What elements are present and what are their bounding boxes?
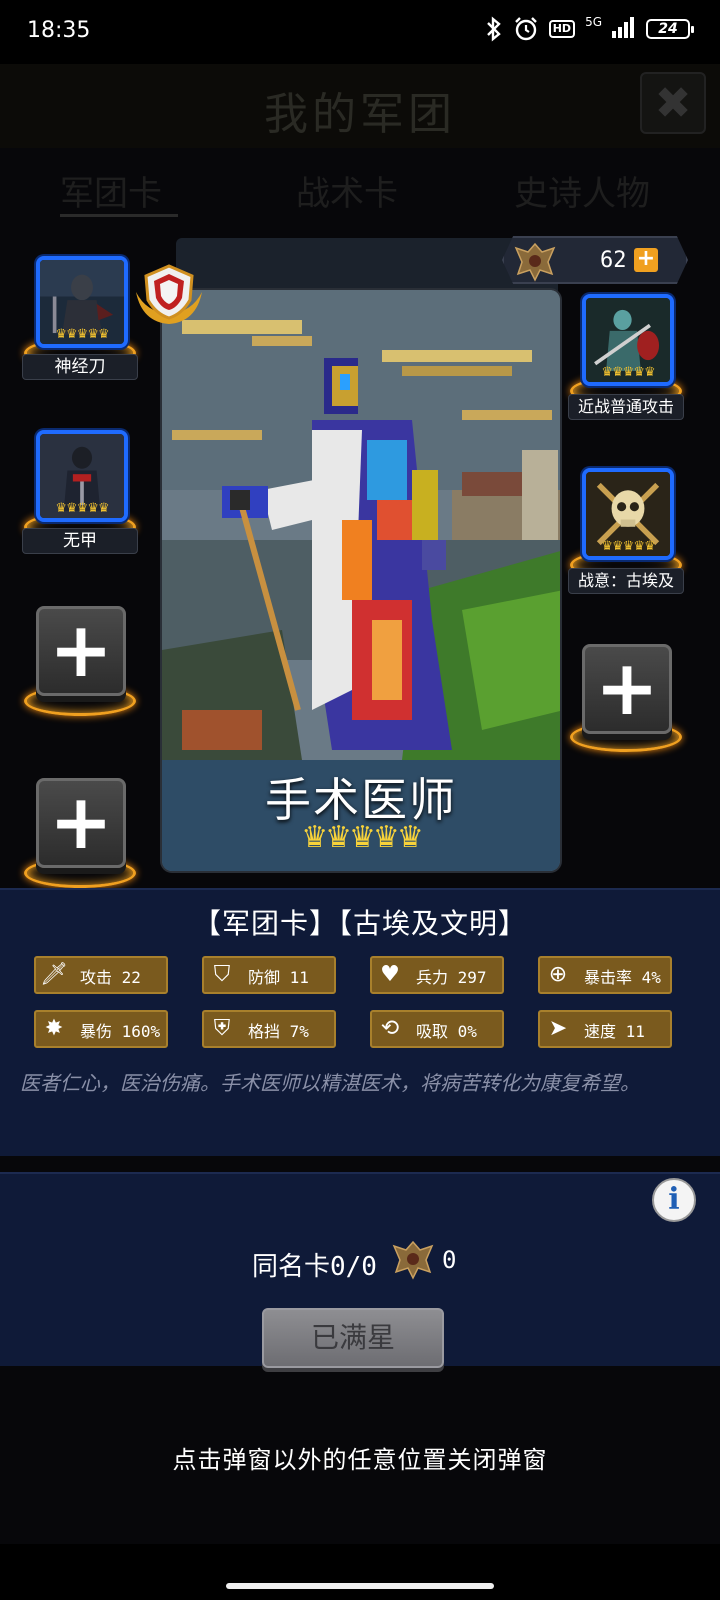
stat-attack: 🗡 攻击 22 bbox=[34, 956, 168, 994]
currency-value: 62 bbox=[600, 248, 627, 273]
home-indicator[interactable] bbox=[226, 1583, 494, 1589]
absorb-icon: ⟲ bbox=[380, 1016, 400, 1041]
stat-block: ⛨ 格挡 7% bbox=[202, 1010, 336, 1048]
slot-portrait: ♛♛♛♛♛ bbox=[582, 468, 674, 560]
speed-icon: ➤ bbox=[548, 1016, 568, 1041]
stat-troops: ♥ 兵力 297 bbox=[370, 956, 504, 994]
slot-portrait: ♛♛♛♛♛ bbox=[36, 256, 128, 348]
card-description: 医者仁心，医治伤痛。手术医师以精湛医术，将病苦转化为康复希望。 bbox=[20, 1071, 640, 1095]
alarm-icon bbox=[513, 16, 539, 42]
background-title: 我的军团 bbox=[264, 89, 456, 140]
background-tabs: 军团卡 战术卡 史诗人物 bbox=[0, 152, 720, 232]
slot-crowns: ♛♛♛♛♛ bbox=[601, 365, 655, 380]
network-label: 5G bbox=[585, 15, 602, 29]
add-currency-button[interactable]: + bbox=[634, 248, 658, 272]
card-category-title: 【军团卡】【古埃及文明】 bbox=[192, 907, 527, 940]
background-close-icon: ✖ bbox=[640, 72, 706, 134]
card-info-panel: 【军团卡】【古埃及文明】 🗡 攻击 22 ⛉ 防御 11 ♥ 兵力 297 ⊕ … bbox=[0, 888, 720, 1156]
slot-portrait: ♛♛♛♛♛ bbox=[582, 294, 674, 386]
block-icon: ⛨ bbox=[213, 1016, 231, 1041]
stat-crit-rate: ⊕ 暴击率 4% bbox=[538, 956, 672, 994]
stat-speed: ➤ 速度 11 bbox=[538, 1010, 672, 1048]
card-crowns: ♛♛♛♛♛ bbox=[301, 820, 423, 855]
duplicate-card-count: 同名卡0/0 bbox=[252, 1252, 377, 1282]
slot-label: 近战普通攻击 bbox=[568, 394, 684, 420]
status-bar: 18:35 HD 5G 24 bbox=[0, 0, 720, 64]
shield-icon: ⛉ bbox=[213, 962, 231, 987]
slot-label: 战意：古埃及 bbox=[568, 568, 684, 594]
tab-legion-card: 军团卡 bbox=[60, 174, 162, 214]
add-card-button[interactable]: + bbox=[36, 606, 126, 696]
shield-badge-icon bbox=[136, 264, 202, 324]
slot-crowns: ♛♛♛♛♛ bbox=[601, 539, 655, 554]
tab-tactic-card: 战术卡 bbox=[296, 174, 398, 214]
tab-epic-character: 史诗人物 bbox=[514, 174, 650, 214]
max-star-button[interactable]: 已满星 bbox=[262, 1308, 444, 1368]
heart-icon: ♥ bbox=[380, 962, 400, 987]
signal-icon bbox=[612, 16, 636, 42]
hd-icon: HD bbox=[548, 20, 576, 38]
slot-label: 无甲 bbox=[22, 528, 138, 554]
slot-portrait: ♛♛♛♛♛ bbox=[36, 430, 128, 522]
eagle-emblem-icon bbox=[392, 1240, 434, 1280]
emblem-count: 0 bbox=[442, 1246, 457, 1274]
legion-card: 手术医师 ♛♛♛♛♛ bbox=[160, 288, 562, 873]
battery-icon: 24 bbox=[646, 19, 694, 39]
add-card-button[interactable]: + bbox=[582, 644, 672, 734]
stat-crit-damage: ✸ 暴伤 160% bbox=[34, 1010, 168, 1048]
stat-lifesteal: ⟲ 吸取 0% bbox=[370, 1010, 504, 1048]
eagle-emblem-icon bbox=[514, 242, 556, 282]
slot-crowns: ♛♛♛♛♛ bbox=[55, 327, 109, 342]
slot-crowns: ♛♛♛♛♛ bbox=[55, 501, 109, 516]
tab-underline bbox=[60, 214, 178, 217]
slot-label: 神经刀 bbox=[22, 354, 138, 380]
crosshair-icon: ⊕ bbox=[548, 962, 568, 987]
close-popup-hint: 点击弹窗以外的任意位置关闭弹窗 bbox=[172, 1446, 548, 1474]
status-icons: HD 5G 24 bbox=[485, 15, 694, 42]
stat-defense: ⛉ 防御 11 bbox=[202, 956, 336, 994]
sword-icon: 🗡 bbox=[40, 962, 68, 987]
currency-bar[interactable]: 62 + bbox=[502, 236, 688, 284]
add-card-button[interactable]: + bbox=[36, 778, 126, 868]
info-icon[interactable]: i bbox=[652, 1178, 696, 1222]
bluetooth-icon bbox=[485, 16, 503, 42]
burst-icon: ✸ bbox=[44, 1016, 64, 1041]
status-time: 18:35 bbox=[27, 18, 91, 43]
